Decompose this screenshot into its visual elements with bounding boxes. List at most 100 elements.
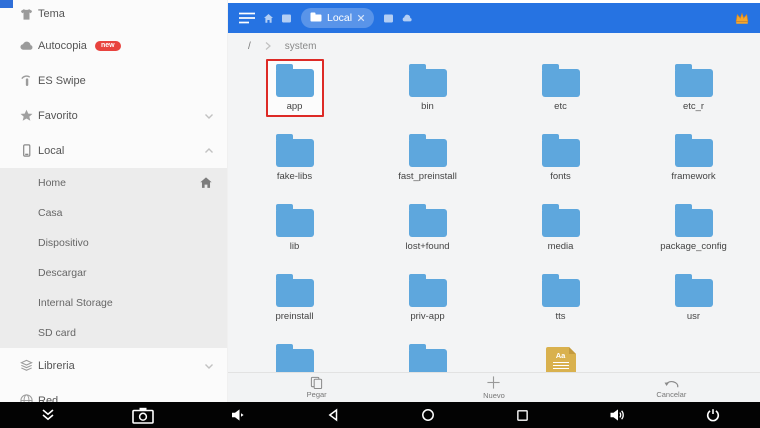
folder-icon xyxy=(409,209,447,237)
folder-icon xyxy=(542,139,580,167)
hide-navbar-button[interactable] xyxy=(28,402,68,428)
sidebar-item-libreria[interactable]: Libreria xyxy=(0,348,227,383)
file-item-etc_r[interactable]: etc_r xyxy=(627,59,760,129)
file-item-package_config[interactable]: package_config xyxy=(627,199,760,269)
paste-button[interactable]: Pegar xyxy=(228,373,405,402)
cloud-icon[interactable] xyxy=(401,13,413,23)
file-item-bin[interactable]: bin xyxy=(361,59,494,129)
chevron-down-icon xyxy=(203,360,215,372)
sidebar-item-casa[interactable]: Casa xyxy=(0,198,227,228)
file-item[interactable] xyxy=(228,339,361,372)
folder-icon xyxy=(276,69,314,97)
recents-button[interactable] xyxy=(503,402,543,428)
sidebar-item-home[interactable]: Home xyxy=(0,168,227,198)
folder-icon xyxy=(276,209,314,237)
file-item-media[interactable]: media xyxy=(494,199,627,269)
selection-highlight: app xyxy=(266,59,324,117)
folder-icon xyxy=(276,279,314,307)
es-file-explorer: Tema Autocopia new ES Swipe Favorito xyxy=(0,0,760,428)
file-item-app[interactable]: app xyxy=(228,59,361,129)
file-item-tts[interactable]: tts xyxy=(494,269,627,339)
sidebar-item-local[interactable]: Local xyxy=(0,133,227,168)
file-item-usr[interactable]: usr xyxy=(627,269,760,339)
android-navbar xyxy=(0,402,760,428)
new-button[interactable]: Nuevo xyxy=(405,373,582,402)
paste-icon xyxy=(310,376,323,389)
main-panel: Local / s xyxy=(228,0,760,402)
file-item-framework[interactable]: framework xyxy=(627,129,760,199)
file-item-preinstall[interactable]: preinstall xyxy=(228,269,361,339)
shirt-icon xyxy=(18,6,34,22)
folder-icon xyxy=(675,209,713,237)
tab-local[interactable]: Local xyxy=(301,8,374,28)
sidebar-item-red[interactable]: Red xyxy=(0,383,227,402)
sidebar-item-tema[interactable]: Tema xyxy=(0,0,227,28)
screenshot-camera-button[interactable] xyxy=(123,402,163,428)
folder-icon xyxy=(675,279,713,307)
local-children: Home Casa Dispositivo Descargar Internal… xyxy=(0,168,227,348)
folder-icon xyxy=(409,349,447,372)
cancel-button[interactable]: Cancelar xyxy=(583,373,760,402)
file-item-txt[interactable]: Aa TXT xyxy=(494,339,627,372)
breadcrumb-current[interactable]: system xyxy=(285,41,317,52)
file-item-lost-found[interactable]: lost+found xyxy=(361,199,494,269)
chevron-up-icon xyxy=(203,145,215,157)
action-bar: Pegar Nuevo Cancelar xyxy=(228,372,760,402)
sidebar-item-autocopia[interactable]: Autocopia new xyxy=(0,28,227,63)
breadcrumb: / system xyxy=(228,33,760,59)
home-icon[interactable] xyxy=(263,13,274,24)
volume-up-button[interactable] xyxy=(598,402,638,428)
window-icon[interactable] xyxy=(383,13,394,24)
file-item-fast_preinstall[interactable]: fast_preinstall xyxy=(361,129,494,199)
home-button[interactable] xyxy=(408,402,448,428)
chevron-down-icon xyxy=(203,110,215,122)
folder-icon xyxy=(542,209,580,237)
new-badge: new xyxy=(95,41,121,51)
menu-icon[interactable] xyxy=(238,11,256,25)
file-item[interactable] xyxy=(361,339,494,372)
sidebar-item-label: Tema xyxy=(38,8,65,20)
sidebar: Tema Autocopia new ES Swipe Favorito xyxy=(0,0,228,402)
folder-icon xyxy=(276,349,314,372)
sidebar-item-dispositivo[interactable]: Dispositivo xyxy=(0,228,227,258)
window-icon[interactable] xyxy=(281,13,292,24)
close-icon[interactable] xyxy=(357,14,365,22)
sidebar-item-sd-card[interactable]: SD card xyxy=(0,318,227,348)
file-item-etc[interactable]: etc xyxy=(494,59,627,129)
sidebar-item-label: Autocopia xyxy=(38,40,87,52)
folder-icon xyxy=(542,279,580,307)
sidebar-item-internal-storage[interactable]: Internal Storage xyxy=(0,288,227,318)
txt-file-icon: Aa TXT xyxy=(546,347,576,372)
sidebar-item-descargar[interactable]: Descargar xyxy=(0,258,227,288)
file-item-fake-libs[interactable]: fake-libs xyxy=(228,129,361,199)
folder-icon xyxy=(276,139,314,167)
folder-icon xyxy=(310,9,322,27)
file-grid: app bin etc etc_r fake-libs xyxy=(228,59,760,372)
phone-icon xyxy=(18,143,34,159)
volume-down-button[interactable] xyxy=(218,402,258,428)
layers-icon xyxy=(18,358,34,374)
swipe-icon xyxy=(18,73,34,89)
cloud-icon xyxy=(18,38,34,54)
sidebar-item-label: Local xyxy=(38,145,64,157)
sidebar-item-label: ES Swipe xyxy=(38,75,86,87)
folder-icon xyxy=(409,139,447,167)
star-icon xyxy=(18,108,34,124)
back-button[interactable] xyxy=(313,402,353,428)
breadcrumb-root[interactable]: / xyxy=(248,41,251,52)
tab-label: Local xyxy=(327,12,352,24)
crown-icon[interactable] xyxy=(734,11,750,25)
power-button[interactable] xyxy=(693,402,733,428)
sidebar-item-es-swipe[interactable]: ES Swipe xyxy=(0,63,227,98)
file-item-priv-app[interactable]: priv-app xyxy=(361,269,494,339)
folder-icon xyxy=(675,69,713,97)
sidebar-item-label: Red xyxy=(38,395,58,403)
sidebar-item-favorito[interactable]: Favorito xyxy=(0,98,227,133)
chevron-right-icon xyxy=(264,41,272,51)
folder-icon xyxy=(409,279,447,307)
file-item-lib[interactable]: lib xyxy=(228,199,361,269)
folder-icon xyxy=(409,69,447,97)
sidebar-item-label: Favorito xyxy=(38,110,78,122)
app-header: Local xyxy=(228,3,760,33)
file-item-fonts[interactable]: fonts xyxy=(494,129,627,199)
